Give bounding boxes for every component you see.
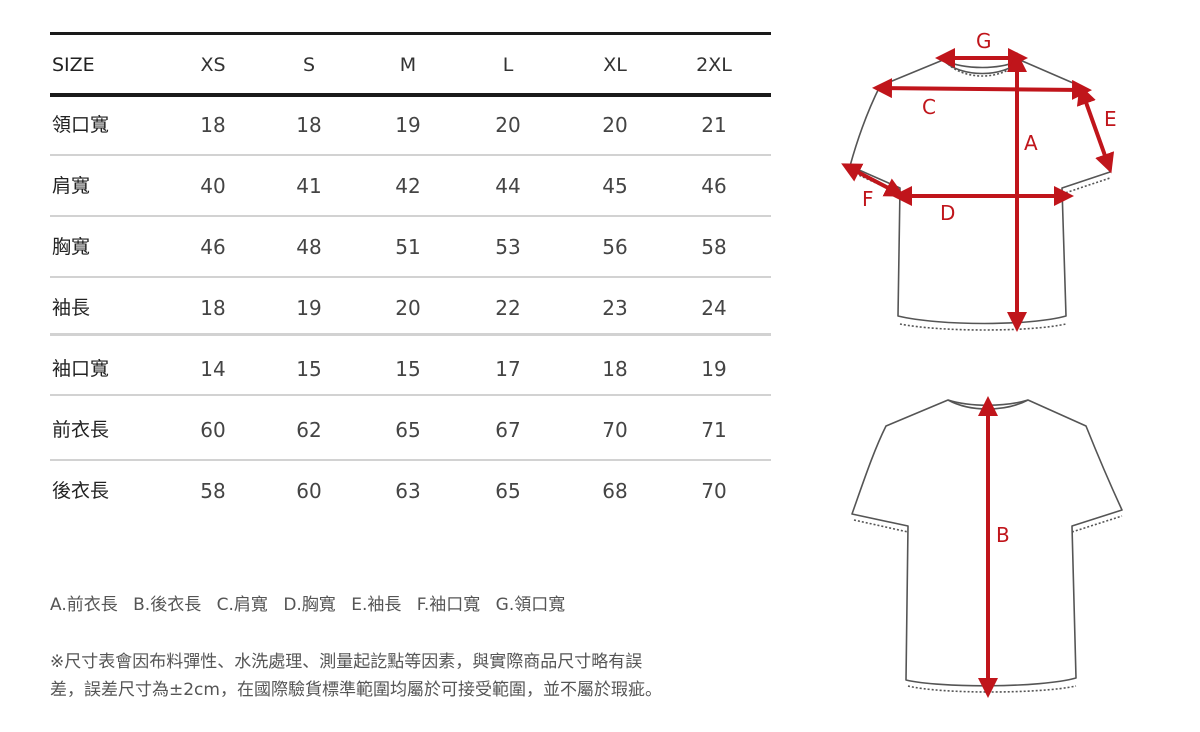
size-header-m: M — [399, 54, 417, 76]
cell-value: 18 — [200, 113, 226, 137]
cell-value: 46 — [200, 235, 226, 259]
row-label: 袖口寬 — [52, 358, 110, 380]
cell-value: 20 — [602, 113, 628, 137]
cell-value: 18 — [602, 357, 628, 381]
cell-value: 60 — [200, 418, 226, 442]
row-label: 肩寬 — [52, 175, 91, 197]
cell-value: 65 — [395, 418, 421, 442]
size-header-l: L — [502, 54, 514, 76]
cell-value: 40 — [200, 174, 226, 198]
cell-value: 18 — [296, 113, 322, 137]
cell-value: 20 — [495, 113, 521, 137]
size-header-2xl: 2XL — [696, 54, 732, 76]
cell-value: 63 — [395, 479, 421, 503]
table-row: 袖長 18 19 20 22 23 24 — [50, 278, 771, 338]
table-header-row: SIZE XS S M L XL 2XL — [50, 35, 771, 95]
measurement-diagram: G C E A F D B — [830, 20, 1160, 710]
cell-value: 19 — [395, 113, 421, 137]
cell-value: 48 — [296, 235, 322, 259]
measure-f-label: F — [862, 187, 874, 211]
measurement-legend: A.前衣長 B.後衣長 C.肩寬 D.胸寬 E.袖長 F.袖口寬 G.領口寬 — [50, 590, 575, 615]
size-header-label: SIZE — [52, 54, 95, 76]
cell-value: 71 — [701, 418, 727, 442]
legend-item-d: D.胸寬 — [283, 595, 336, 615]
table-row: 後衣長 58 60 63 65 68 70 — [50, 461, 771, 521]
cell-value: 44 — [495, 174, 521, 198]
cell-value: 23 — [602, 296, 628, 320]
cell-value: 46 — [701, 174, 727, 198]
legend-item-f: F.袖口寬 — [416, 595, 481, 615]
legend-item-a: A.前衣長 — [50, 595, 118, 615]
measure-e-label: E — [1104, 107, 1117, 131]
measure-c-arrow — [872, 78, 1092, 100]
cell-value: 67 — [495, 418, 521, 442]
cell-value: 14 — [200, 357, 226, 381]
cell-value: 60 — [296, 479, 322, 503]
cell-value: 58 — [701, 235, 727, 259]
row-label: 前衣長 — [52, 419, 110, 441]
cell-value: 70 — [701, 479, 727, 503]
tolerance-note: ※尺寸表會因布料彈性、水洗處理、測量起訖點等因素，與實際商品尺寸略有誤 差，誤差… — [50, 648, 790, 704]
legend-item-b: B.後衣長 — [133, 595, 202, 615]
table-row: 前衣長 60 62 65 67 70 71 — [50, 400, 771, 460]
note-line-2: 差，誤差尺寸為±2cm，在國際驗貨標準範圍均屬於可接受範圍，並不屬於瑕疵。 — [50, 680, 662, 700]
cell-value: 65 — [495, 479, 521, 503]
cell-value: 19 — [701, 357, 727, 381]
cell-value: 45 — [602, 174, 628, 198]
cell-value: 42 — [395, 174, 421, 198]
legend-item-c: C.肩寬 — [216, 595, 268, 615]
cell-value: 15 — [395, 357, 421, 381]
measure-g-label: G — [976, 29, 992, 53]
legend-item-e: E.袖長 — [351, 595, 402, 615]
measure-c-label: C — [922, 95, 936, 119]
cell-value: 53 — [495, 235, 521, 259]
row-divider — [50, 394, 771, 396]
cell-value: 62 — [296, 418, 322, 442]
cell-value: 19 — [296, 296, 322, 320]
table-row: 領口寬 18 18 19 20 20 21 — [50, 95, 771, 155]
measure-d-label: D — [940, 201, 955, 225]
size-header-xl: XL — [603, 54, 627, 76]
size-header-xs: XS — [200, 54, 226, 76]
row-label: 胸寬 — [52, 236, 91, 258]
row-divider — [50, 333, 771, 336]
note-line-1: ※尺寸表會因布料彈性、水洗處理、測量起訖點等因素，與實際商品尺寸略有誤 — [50, 652, 643, 672]
cell-value: 24 — [701, 296, 727, 320]
cell-value: 70 — [602, 418, 628, 442]
size-header-s: S — [302, 54, 316, 76]
cell-value: 20 — [395, 296, 421, 320]
cell-value: 17 — [495, 357, 521, 381]
table-row: 袖口寬 14 15 15 17 18 19 — [50, 339, 771, 399]
measure-a-label: A — [1024, 131, 1038, 155]
legend-item-g: G.領口寬 — [495, 595, 566, 615]
row-label: 領口寬 — [52, 114, 110, 136]
measure-b-label: B — [996, 523, 1010, 547]
cell-value: 15 — [296, 357, 322, 381]
cell-value: 68 — [602, 479, 628, 503]
cell-value: 51 — [395, 235, 421, 259]
cell-value: 22 — [495, 296, 521, 320]
cell-value: 41 — [296, 174, 322, 198]
table-row: 胸寬 46 48 51 53 56 58 — [50, 217, 771, 277]
cell-value: 56 — [602, 235, 628, 259]
cell-value: 58 — [200, 479, 226, 503]
cell-value: 18 — [200, 296, 226, 320]
row-label: 後衣長 — [52, 480, 110, 502]
cell-value: 21 — [701, 113, 727, 137]
row-label: 袖長 — [52, 297, 91, 319]
table-row: 肩寬 40 41 42 44 45 46 — [50, 156, 771, 216]
